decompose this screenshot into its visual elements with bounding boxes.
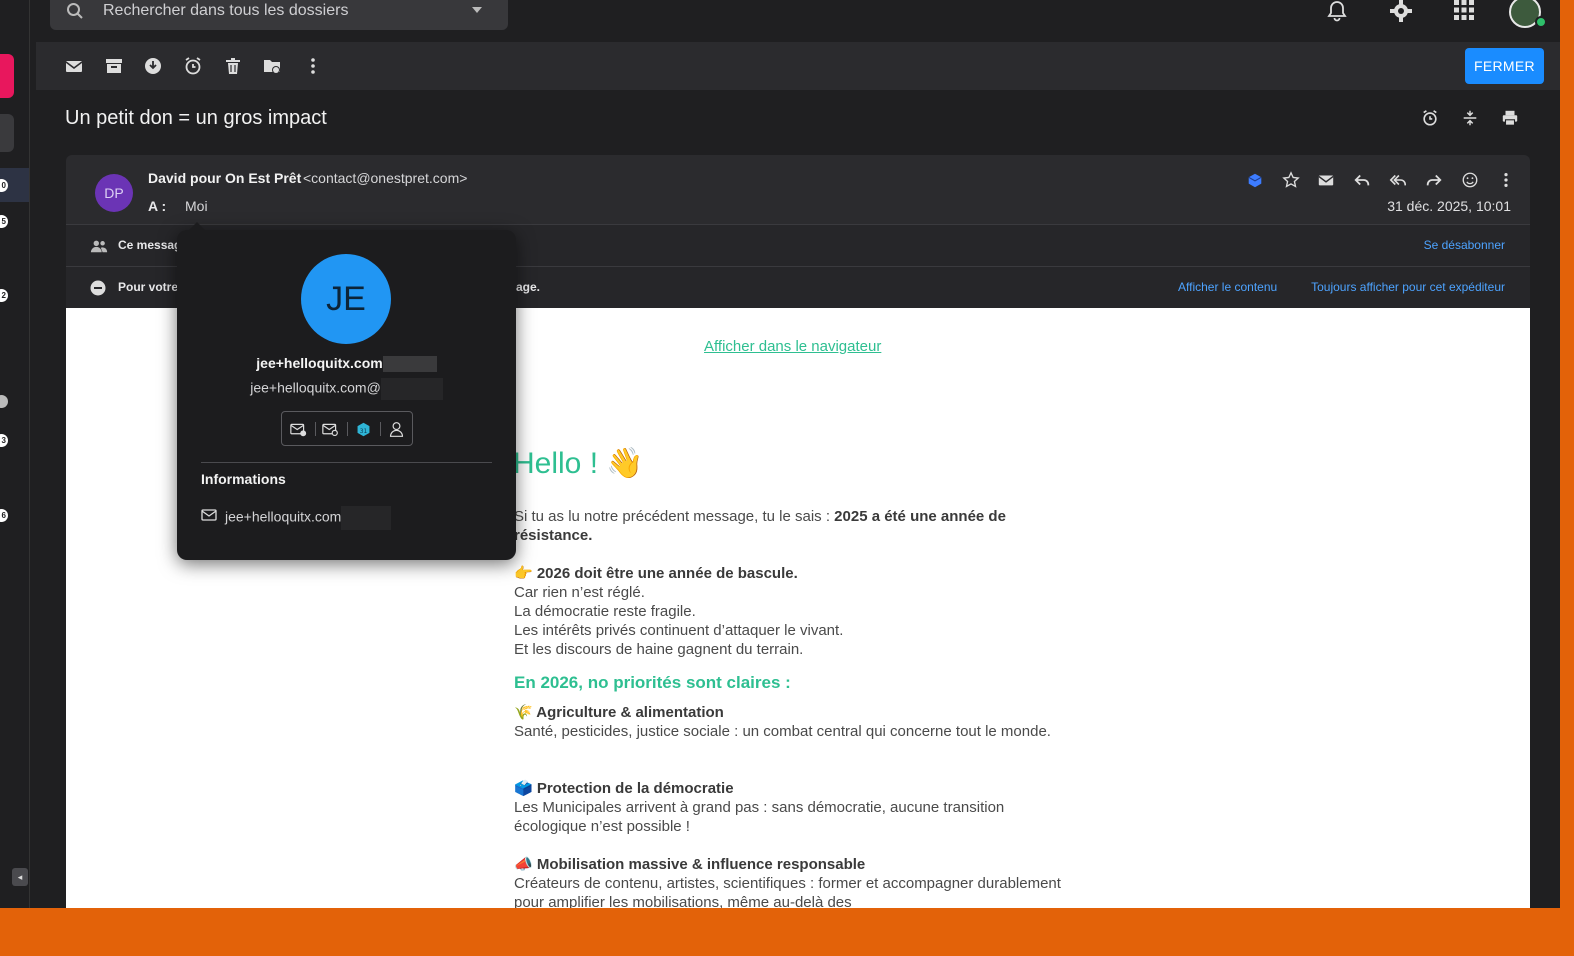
tipping-section: 👉 2026 doit être une année de bascule. C… (514, 564, 1074, 659)
recipient-moi[interactable]: Moi (185, 198, 208, 214)
redacted-block (341, 506, 392, 530)
redacted-block (382, 356, 437, 373)
unsubscribe-link[interactable]: Se désabonner (1424, 238, 1505, 252)
contact-person-icon[interactable] (388, 421, 405, 438)
sender-name[interactable]: David pour On Est Prêt (148, 170, 301, 186)
message-subject: Un petit don = un gros impact (65, 107, 327, 129)
mark-unread-icon[interactable] (1317, 171, 1335, 189)
trash-icon[interactable] (223, 56, 243, 76)
popover-pointer (189, 222, 205, 230)
more-vertical-icon[interactable] (1497, 171, 1515, 189)
contact-name-text: jee+helloquitx.com (256, 355, 383, 371)
reply-icon[interactable] (1353, 171, 1371, 189)
search-messages-icon[interactable] (322, 421, 339, 438)
show-content-link[interactable]: Afficher le contenu (1178, 280, 1277, 294)
info-email-text: jee+helloquitx.com (225, 508, 342, 525)
priority-heading: 🌾 Agriculture & alimentation (514, 704, 724, 721)
privacy-notice-text-end: age. (516, 280, 541, 294)
contact-actions: 31 (281, 411, 413, 446)
search-options-chevron-down-icon[interactable] (472, 7, 482, 13)
bell-icon[interactable] (1326, 0, 1348, 22)
priority-heading: 🗳️ Protection de la démocratie (514, 780, 734, 797)
tipping-line: Et les discours de haine gagnent du terr… (514, 641, 804, 658)
message-date: 31 déc. 2025, 10:01 (1387, 198, 1511, 214)
search-placeholder: Rechercher dans tous les dossiers (103, 2, 349, 19)
new-message-icon[interactable] (290, 421, 307, 438)
view-in-browser-link[interactable]: Afficher dans le navigateur (704, 338, 881, 355)
reply-all-icon[interactable] (1389, 171, 1407, 189)
info-email[interactable]: jee+helloquitx.com (225, 506, 392, 530)
left-rail: 0 5 2 3 6 ◂ (0, 0, 30, 908)
priorities-heading: En 2026, no priorités sont claires : (514, 673, 791, 692)
tipping-line: Les intérêts privés continuent d’attaque… (514, 622, 844, 639)
folder-badge: 5 (0, 215, 8, 228)
separator (380, 422, 381, 436)
label-tag-icon[interactable] (1246, 171, 1264, 189)
gear-icon[interactable] (1390, 0, 1412, 22)
tipping-heading: 👉 2026 doit être une année de bascule. (514, 565, 798, 582)
folder-badge: 2 (0, 289, 8, 302)
always-show-link[interactable]: Toujours afficher pour cet expéditeur (1311, 280, 1505, 294)
print-icon[interactable] (1501, 109, 1519, 127)
folder-badge: 3 (0, 434, 8, 447)
new-message-button[interactable] (0, 54, 14, 98)
tipping-line: Car rien n’est réglé. (514, 584, 645, 601)
priority-democracy: 🗳️ Protection de la démocratie Les Munic… (514, 779, 1074, 836)
calendar-cube-icon[interactable]: 31 (355, 421, 372, 438)
contact-avatar: JE (301, 254, 391, 344)
priority-text: Les Municipales arrivent à grand pas : s… (514, 799, 1005, 835)
svg-text:31: 31 (360, 428, 368, 435)
mail-app: 0 5 2 3 6 ◂ Rechercher dans tous les dos… (0, 0, 1560, 908)
more-vertical-icon[interactable] (303, 56, 323, 76)
top-bar: Rechercher dans tous les dossiers (30, 0, 1560, 42)
priority-agriculture: 🌾 Agriculture & alimentation Santé, pest… (514, 703, 1074, 741)
intro-text: Si tu as lu notre précédent message, tu … (514, 508, 835, 525)
contact-name: jee+helloquitx.com (177, 355, 516, 373)
collapse-all-icon[interactable] (1461, 109, 1479, 127)
sender-avatar[interactable]: DP (95, 174, 133, 212)
popover-divider (201, 462, 492, 463)
mailing-notice-text: Ce messag (118, 238, 182, 252)
move-folder-icon[interactable] (262, 56, 282, 76)
apps-grid-icon[interactable] (1453, 0, 1475, 22)
privacy-notice-text: Pour votre (118, 280, 179, 294)
email-icon (201, 509, 217, 521)
separator (315, 422, 316, 436)
rail-button[interactable] (0, 114, 14, 152)
priority-mobilisation: 📣 Mobilisation massive & influence respo… (514, 855, 1074, 908)
close-button[interactable]: FERMER (1465, 48, 1544, 84)
forward-icon[interactable] (1425, 171, 1443, 189)
separator (347, 422, 348, 436)
blocked-icon (90, 280, 106, 296)
email-greeting: Hello ! 👋 (513, 447, 644, 480)
people-icon (90, 240, 108, 253)
snooze-alarm-icon[interactable] (1421, 109, 1439, 127)
priority-heading: 📣 Mobilisation massive & influence respo… (514, 856, 866, 873)
redacted-block (380, 378, 443, 400)
sender-email[interactable]: <contact@onestpret.com> (303, 170, 467, 186)
online-status-icon (1535, 16, 1547, 28)
collapse-sidebar-button[interactable]: ◂ (12, 868, 28, 886)
snooze-alarm-icon[interactable] (183, 56, 203, 76)
search-icon (67, 3, 83, 19)
star-icon[interactable] (1282, 171, 1300, 189)
priority-text: Santé, pesticides, justice sociale : un … (514, 723, 1051, 740)
folder-badge: 6 (0, 509, 8, 522)
priority-text: Créateurs de contenu, artistes, scientif… (514, 875, 1061, 908)
archive-icon[interactable] (104, 56, 124, 76)
contact-email: jee+helloquitx.com@ (177, 378, 516, 400)
tipping-line: La démocratie reste fragile. (514, 603, 696, 620)
to-label: A : (148, 198, 167, 214)
message-toolbar: FERMER (36, 42, 1560, 90)
spam-icon[interactable] (143, 56, 163, 76)
emoji-reaction-icon[interactable] (1461, 171, 1479, 189)
intro-paragraph: Si tu as lu notre précédent message, tu … (514, 507, 1074, 545)
add-folder-icon[interactable] (0, 395, 8, 408)
mark-read-icon[interactable] (64, 56, 84, 76)
contact-email-text: jee+helloquitx.com@ (250, 379, 381, 396)
contact-popover: JE jee+helloquitx.com jee+helloquitx.com… (177, 222, 516, 560)
search-input[interactable]: Rechercher dans tous les dossiers (50, 0, 508, 30)
info-title: Informations (201, 471, 286, 487)
